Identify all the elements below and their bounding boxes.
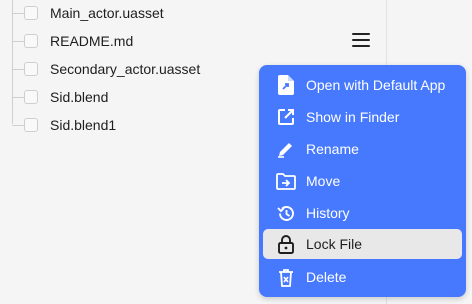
menu-item-history[interactable]: History bbox=[263, 198, 462, 228]
file-checkbox[interactable] bbox=[24, 118, 38, 132]
menu-item-lock-file[interactable]: Lock File bbox=[263, 229, 462, 259]
menu-item-delete[interactable]: Delete bbox=[263, 262, 462, 292]
menu-item-label: Show in Finder bbox=[306, 109, 400, 125]
history-icon bbox=[276, 203, 296, 223]
external-link-icon bbox=[276, 107, 296, 127]
menu-item-label: Open with Default App bbox=[306, 77, 446, 93]
tree-branch bbox=[12, 96, 24, 98]
file-name: Main_actor.uasset bbox=[50, 5, 164, 21]
move-folder-icon bbox=[276, 171, 296, 191]
file-row-secondary-actor[interactable]: Secondary_actor.uasset bbox=[12, 55, 200, 83]
tree-branch bbox=[12, 12, 24, 14]
tree-branch bbox=[12, 40, 24, 42]
file-name: Sid.blend bbox=[50, 89, 109, 105]
context-menu: Open with Default App Show in Finder Ren… bbox=[259, 65, 466, 297]
file-name: Sid.blend1 bbox=[50, 117, 117, 133]
menu-item-label: Lock File bbox=[306, 236, 363, 252]
file-row-main-actor[interactable]: Main_actor.uasset bbox=[12, 0, 164, 27]
menu-icon[interactable] bbox=[352, 33, 370, 47]
file-row-readme[interactable]: README.md bbox=[12, 27, 133, 55]
menu-item-move[interactable]: Move bbox=[263, 166, 462, 196]
menu-item-label: Rename bbox=[306, 141, 359, 157]
tree-branch bbox=[12, 124, 24, 126]
menu-item-rename[interactable]: Rename bbox=[263, 134, 462, 164]
file-checkbox[interactable] bbox=[24, 90, 38, 104]
lock-icon bbox=[276, 234, 296, 254]
menu-item-open-with-default-app[interactable]: Open with Default App bbox=[263, 70, 462, 100]
file-checkbox[interactable] bbox=[24, 34, 38, 48]
file-name: README.md bbox=[50, 33, 134, 49]
file-row-sid-blend1[interactable]: Sid.blend1 bbox=[12, 111, 116, 139]
pencil-icon bbox=[276, 139, 296, 159]
trash-icon bbox=[276, 267, 296, 287]
menu-item-label: History bbox=[306, 205, 350, 221]
menu-item-label: Move bbox=[306, 173, 341, 189]
open-file-icon bbox=[276, 75, 296, 95]
file-checkbox[interactable] bbox=[24, 62, 38, 76]
file-name: Secondary_actor.uasset bbox=[50, 61, 201, 77]
tree-branch bbox=[12, 68, 24, 70]
menu-item-label: Delete bbox=[306, 269, 347, 285]
menu-item-show-in-finder[interactable]: Show in Finder bbox=[263, 102, 462, 132]
file-row-sid-blend[interactable]: Sid.blend bbox=[12, 83, 108, 111]
file-checkbox[interactable] bbox=[24, 6, 38, 20]
